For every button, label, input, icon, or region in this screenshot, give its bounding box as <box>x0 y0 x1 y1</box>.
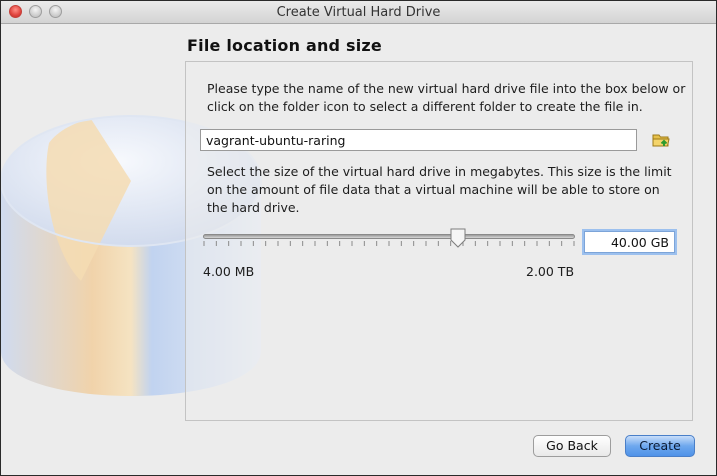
size-description: Select the size of the virtual hard driv… <box>207 164 672 215</box>
slider-track <box>203 234 575 239</box>
size-value-input[interactable] <box>584 231 675 253</box>
file-name-input[interactable] <box>200 129 637 151</box>
slider-max-label: 2.00 TB <box>526 264 575 279</box>
folder-browse-icon[interactable] <box>651 130 671 150</box>
page-heading: File location and size <box>187 36 382 55</box>
go-back-button[interactable]: Go Back <box>533 435 611 457</box>
slider-ticks <box>203 241 575 246</box>
window-title: Create Virtual Hard Drive <box>276 5 441 20</box>
slider-min-label: 4.00 MB <box>203 264 255 279</box>
location-description: Please type the name of the new virtual … <box>207 81 686 114</box>
title-bar[interactable]: Create Virtual Hard Drive <box>1 1 716 24</box>
size-slider[interactable] <box>203 228 575 248</box>
create-button[interactable]: Create <box>625 435 695 457</box>
slider-thumb[interactable] <box>450 228 466 248</box>
